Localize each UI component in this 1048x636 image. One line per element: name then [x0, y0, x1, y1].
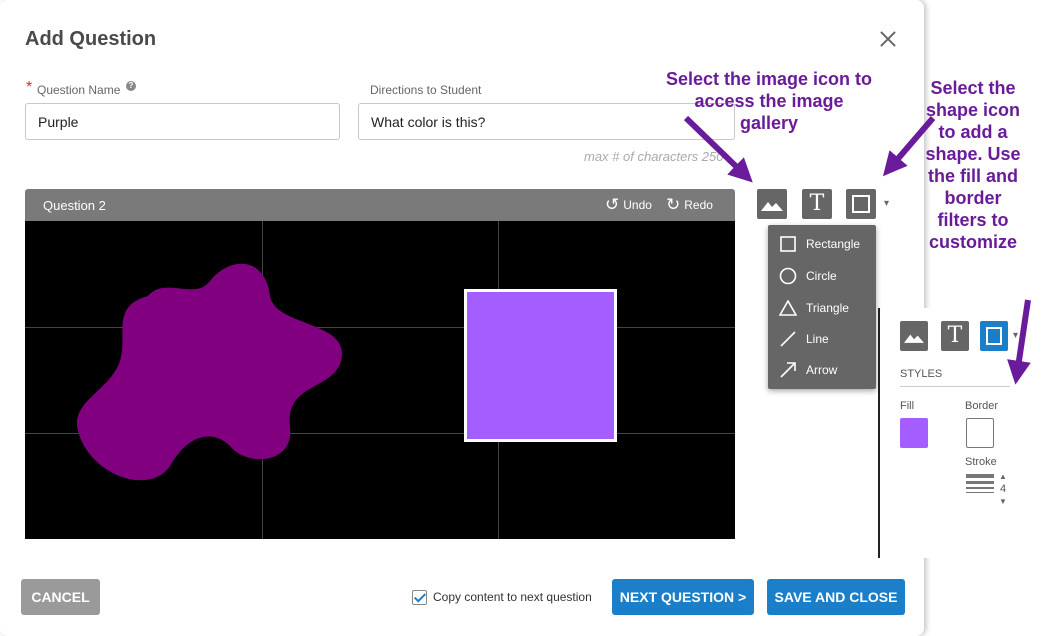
save-and-close-button[interactable]: SAVE AND CLOSE: [767, 579, 905, 615]
menu-item-triangle[interactable]: Triangle: [768, 294, 876, 322]
next-question-button[interactable]: NEXT QUESTION >: [612, 579, 754, 615]
menu-item-circle[interactable]: Circle: [768, 262, 876, 290]
border-color-swatch[interactable]: [966, 418, 994, 448]
menu-item-label: Line: [806, 332, 829, 346]
arrow-icon: [779, 361, 797, 379]
canvas-header: Question 2 ↺ Undo ↻ Redo: [25, 189, 735, 221]
text-tool-button-secondary[interactable]: T: [941, 321, 969, 351]
purple-blob-shape[interactable]: [70, 251, 350, 496]
rectangle-icon: [779, 235, 797, 253]
copy-content-checkbox[interactable]: [412, 590, 427, 605]
menu-item-label: Arrow: [806, 363, 838, 377]
drawing-canvas[interactable]: [25, 221, 735, 539]
required-marker: *: [26, 79, 33, 96]
stroke-stepper-up-icon[interactable]: ▲: [999, 472, 1007, 481]
image-tool-button-secondary[interactable]: [900, 321, 928, 351]
undo-button[interactable]: ↺ Undo: [605, 196, 652, 213]
image-icon: [761, 202, 783, 211]
modal-title: Add Question: [25, 28, 157, 50]
square-icon: [852, 195, 870, 213]
shape-menu: Rectangle Circle Triangle Line Arrow: [768, 225, 876, 389]
question-name-input[interactable]: [25, 103, 340, 140]
line-icon: [779, 330, 797, 348]
undo-label: Undo: [623, 197, 652, 212]
cancel-button[interactable]: CANCEL: [21, 579, 100, 615]
divider: [900, 386, 1010, 387]
stroke-label: Stroke: [965, 456, 997, 468]
stroke-value: 4: [1000, 483, 1007, 495]
menu-item-label: Triangle: [806, 301, 849, 315]
menu-item-label: Rectangle: [806, 237, 861, 251]
shape-dropdown-caret-icon[interactable]: ▾: [1013, 330, 1018, 341]
question-name-label: Question Name: [37, 83, 121, 97]
fill-label: Fill: [900, 400, 915, 412]
screenshot-stage: Add Question * Question Name ? Direction…: [0, 0, 1048, 636]
styles-heading: STYLES: [900, 368, 943, 380]
redo-button[interactable]: ↻ Redo: [666, 196, 713, 213]
shape-dropdown-caret-icon[interactable]: ▾: [884, 198, 889, 209]
redo-icon: ↻: [666, 195, 681, 214]
text-tool-icon: T: [947, 323, 963, 348]
menu-item-label: Circle: [806, 269, 837, 283]
menu-item-line[interactable]: Line: [768, 325, 876, 353]
shape-tool-button-active[interactable]: [980, 321, 1008, 351]
fill-color-swatch[interactable]: [900, 418, 928, 448]
purple-square-shape[interactable]: [464, 289, 617, 442]
redo-label: Redo: [684, 197, 713, 212]
close-icon[interactable]: [878, 29, 898, 49]
undo-icon: ↺: [605, 195, 620, 214]
stroke-width-icon[interactable]: [966, 474, 994, 496]
canvas-title: Question 2: [43, 198, 106, 213]
help-icon[interactable]: ?: [126, 81, 136, 91]
triangle-icon: [779, 299, 797, 317]
text-tool-button[interactable]: T: [802, 189, 832, 219]
image-tool-button[interactable]: [757, 189, 787, 219]
menu-item-rectangle[interactable]: Rectangle: [768, 230, 876, 258]
text-tool-icon: T: [809, 191, 825, 216]
directions-label: Directions to Student: [370, 83, 482, 97]
shape-annotation: Select the shape icon to add a shape. Us…: [925, 78, 1021, 252]
menu-item-arrow[interactable]: Arrow: [768, 356, 876, 384]
max-chars-hint: max # of characters 250: [584, 149, 724, 164]
shape-tool-button[interactable]: [846, 189, 876, 219]
border-label: Border: [965, 400, 999, 412]
stroke-stepper-down-icon[interactable]: ▼: [999, 497, 1007, 506]
image-annotation: Select the image icon to access the imag…: [665, 69, 873, 133]
copy-content-label: Copy content to next question: [433, 590, 592, 604]
square-icon: [986, 327, 1002, 345]
circle-icon: [779, 267, 797, 285]
image-icon: [904, 334, 924, 343]
